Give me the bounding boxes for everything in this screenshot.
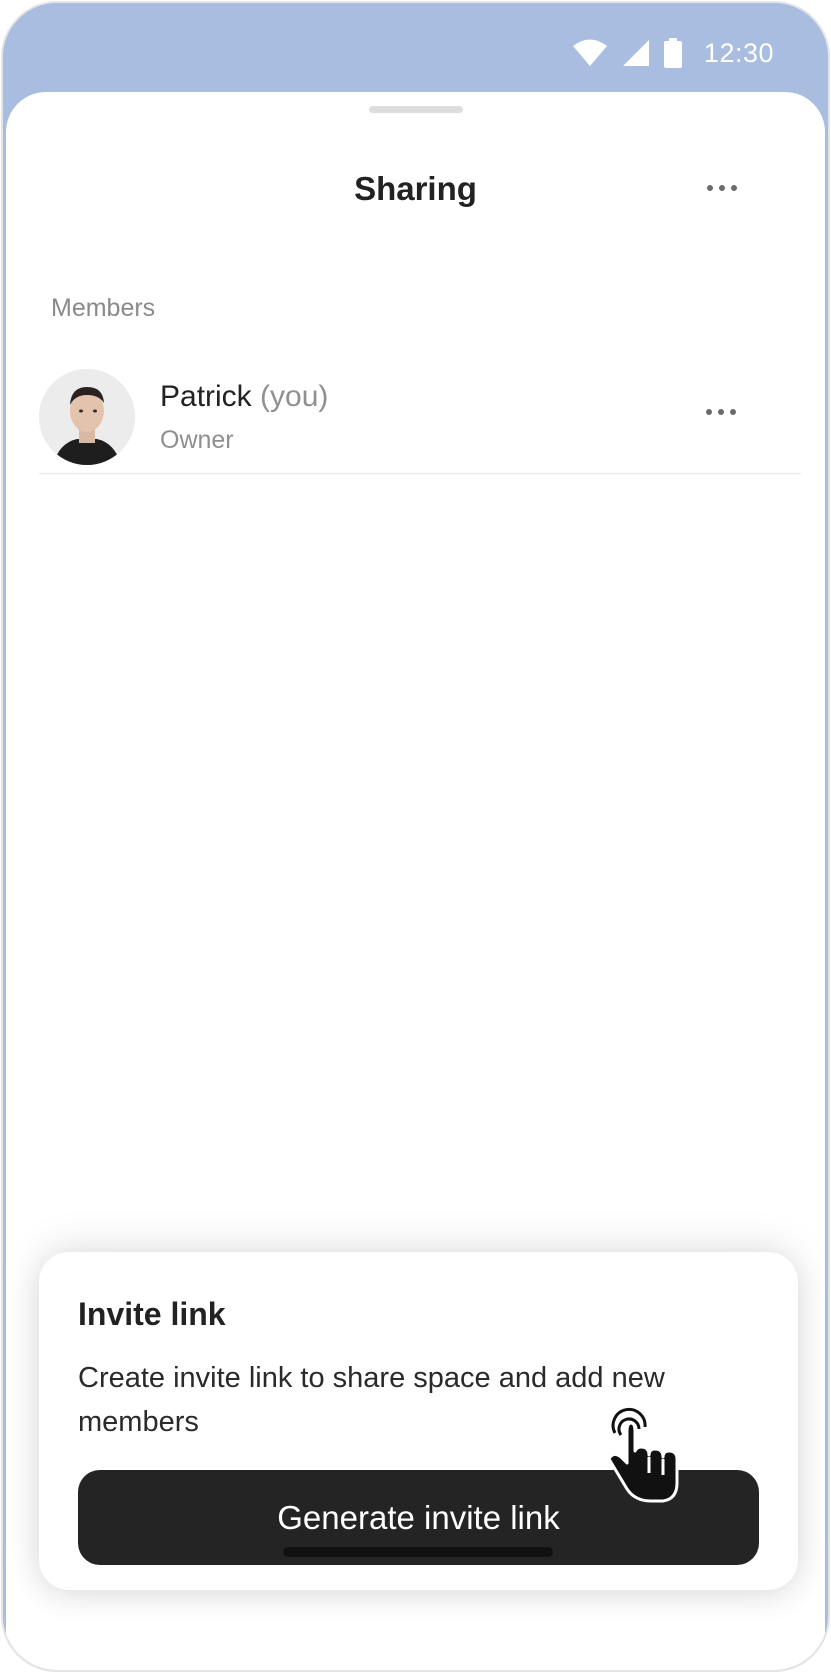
avatar-photo <box>39 369 135 465</box>
more-horizontal-icon <box>706 409 712 415</box>
member-more-button[interactable] <box>697 392 745 432</box>
phone-frame: 12:30 Sharing Members Patrick (you) Owne… <box>1 1 830 1672</box>
sharing-sheet: Sharing Members Patrick (you) Owner Invi… <box>6 92 825 1670</box>
invite-card-title: Invite link <box>78 1296 226 1332</box>
more-dot <box>730 409 736 415</box>
hand-pointer-icon <box>607 1407 679 1503</box>
more-horizontal-icon <box>707 185 713 191</box>
wifi-icon <box>572 39 607 66</box>
member-name: Patrick (you) <box>160 380 328 414</box>
battery-icon <box>663 38 682 68</box>
status-icons: 12:30 <box>572 33 774 73</box>
avatar <box>39 369 135 465</box>
status-bar: 12:30 <box>3 3 828 99</box>
member-you-tag: (you) <box>260 380 329 413</box>
more-dot <box>731 185 737 191</box>
more-dot <box>718 409 724 415</box>
cellular-signal-icon <box>622 40 649 66</box>
member-name-text: Patrick <box>160 380 252 413</box>
sheet-grabber-handle[interactable] <box>369 106 463 113</box>
members-section-label: Members <box>51 294 156 322</box>
home-indicator[interactable] <box>283 1547 553 1557</box>
member-role: Owner <box>160 426 234 454</box>
more-dot <box>719 185 725 191</box>
status-time: 12:30 <box>703 37 774 68</box>
member-row[interactable]: Patrick (you) Owner <box>39 352 801 474</box>
header-more-button[interactable] <box>698 168 746 208</box>
